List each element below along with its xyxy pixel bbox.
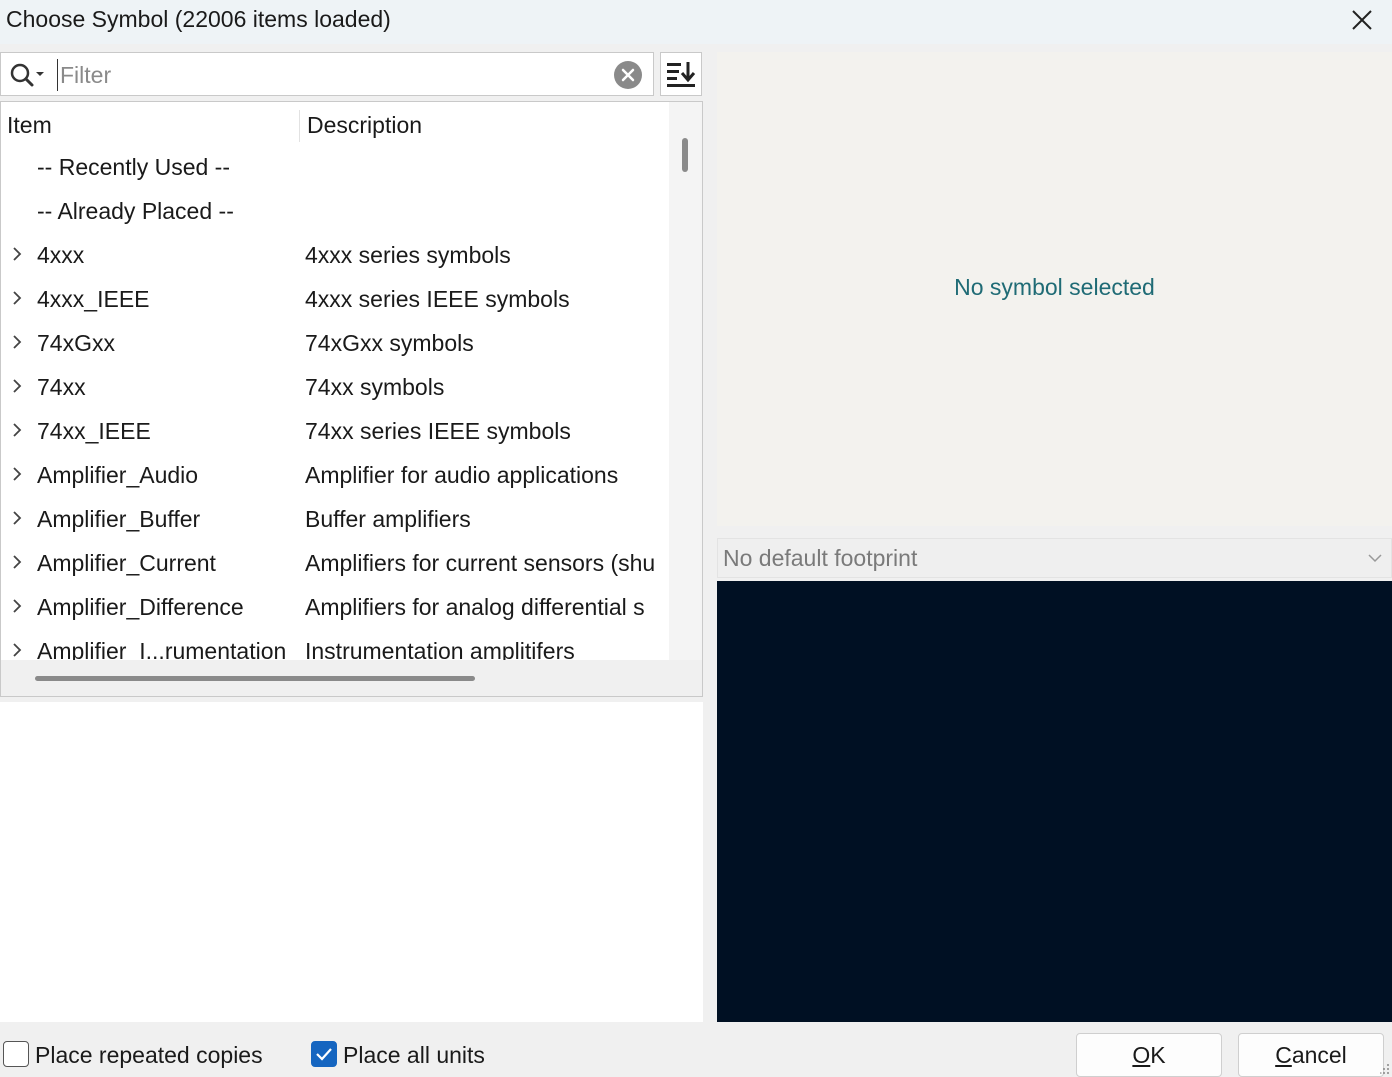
tree-row-name: Amplifier_Buffer [37, 506, 201, 532]
ok-button-label: K [1150, 1041, 1166, 1068]
footprint-select-value: No default footprint [723, 545, 918, 571]
tree-row[interactable]: Amplifier_Current Amplifiers for current … [1, 542, 669, 586]
place-all-units-checkbox[interactable] [311, 1041, 337, 1067]
tree-row-name: 74xGxx [37, 330, 115, 356]
tree-row-name: -- Already Placed -- [37, 198, 234, 224]
tree-row-name: -- Recently Used -- [37, 154, 230, 180]
chevron-right-icon[interactable] [9, 333, 25, 351]
place-all-units-label[interactable]: Place all units [343, 1042, 485, 1069]
cancel-button-mnemonic: C [1275, 1041, 1292, 1068]
chevron-right-icon[interactable] [9, 597, 25, 615]
column-header-item[interactable]: Item [7, 112, 52, 139]
symbol-preview: No symbol selected [717, 52, 1392, 526]
footprint-preview [717, 581, 1392, 1022]
horizontal-scroll-thumb[interactable] [35, 676, 475, 681]
symbol-tree: Item Description -- Recently Used -- -- A… [0, 101, 703, 697]
tree-row[interactable]: -- Already Placed -- [1, 190, 669, 234]
filter-input[interactable] [57, 59, 607, 91]
column-header-description[interactable]: Description [307, 112, 422, 139]
chevron-right-icon[interactable] [9, 465, 25, 483]
tree-row-description: Amplifiers for analog differential s [305, 594, 645, 620]
chevron-down-icon [1368, 554, 1382, 563]
tree-row[interactable]: 4xxx_IEEE 4xxx series IEEE symbols [1, 278, 669, 322]
tree-header: Item Description [1, 102, 669, 146]
tree-row[interactable]: Amplifier_Audio Amplifier for audio appli… [1, 454, 669, 498]
tree-row-description: Instrumentation amplitifers [305, 638, 575, 660]
tree-row-name: Amplifier_Difference [37, 594, 244, 620]
tree-row[interactable]: 74xGxx 74xGxx symbols [1, 322, 669, 366]
tree-row-description: Amplifier for audio applications [305, 462, 619, 488]
window-title: Choose Symbol (22006 items loaded) [6, 6, 391, 32]
tree-row[interactable]: Amplifier_Difference Amplifiers for analo… [1, 586, 669, 630]
tree-row-name: 74xx [37, 374, 86, 400]
tree-row-name: 74xx_IEEE [37, 418, 151, 444]
place-repeated-copies-label[interactable]: Place repeated copies [35, 1042, 263, 1069]
preview-message: No symbol selected [954, 274, 1155, 300]
cancel-button-label: ancel [1291, 1041, 1347, 1068]
tree-row-name: Amplifier_Current [37, 550, 216, 576]
tree-row-description: Amplifiers for current sensors (shu [305, 550, 656, 576]
title-bar: Choose Symbol (22006 items loaded) [0, 0, 1392, 44]
tree-row-name: 4xxx_IEEE [37, 286, 150, 312]
vertical-scrollbar[interactable] [669, 102, 702, 660]
cancel-button[interactable]: Cancel [1238, 1033, 1384, 1077]
tree-row[interactable]: 4xxx 4xxx series symbols [1, 234, 669, 278]
ok-button[interactable]: OK [1076, 1033, 1222, 1077]
tree-row[interactable]: Amplifier_Buffer Buffer amplifiers [1, 498, 669, 542]
chevron-right-icon[interactable] [9, 377, 25, 395]
search-icon[interactable] [7, 61, 51, 89]
tree-row-name: Amplifier_I...rumentation [37, 638, 287, 660]
tree-row-name: 4xxx [37, 242, 85, 268]
tree-row-description: 4xxx series IEEE symbols [305, 286, 570, 312]
horizontal-scrollbar[interactable] [1, 660, 702, 696]
close-icon [1352, 10, 1372, 30]
close-button[interactable] [1342, 2, 1382, 38]
symbol-details-panel [0, 702, 703, 1022]
sort-icon [667, 62, 696, 87]
tree-row-description: 74xx symbols [305, 374, 445, 400]
clear-icon[interactable] [613, 60, 643, 90]
footprint-select[interactable]: No default footprint [717, 538, 1392, 578]
tree-row-description: Buffer amplifiers [305, 506, 471, 532]
tree-row[interactable]: Amplifier_I...rumentation Instrumentation… [1, 630, 669, 660]
tree-rows: -- Recently Used -- -- Already Placed -- 4… [1, 146, 669, 660]
vertical-scroll-thumb[interactable] [682, 138, 688, 172]
tree-row[interactable]: 74xx_IEEE 74xx series IEEE symbols [1, 410, 669, 454]
tree-row[interactable]: 74xx 74xx symbols [1, 366, 669, 410]
resize-grip-icon[interactable] [1380, 1063, 1390, 1075]
place-repeated-copies-checkbox[interactable] [3, 1041, 29, 1067]
tree-row[interactable]: -- Recently Used -- [1, 146, 669, 190]
tree-row-description: 4xxx series symbols [305, 242, 511, 268]
chevron-right-icon[interactable] [9, 421, 25, 439]
checkmark-icon [316, 1048, 332, 1061]
tree-row-description: 74xx series IEEE symbols [305, 418, 571, 444]
tree-row-name: Amplifier_Audio [37, 462, 199, 488]
sort-button[interactable] [660, 52, 702, 96]
chevron-right-icon[interactable] [9, 509, 25, 527]
filter-box [0, 52, 654, 96]
chevron-right-icon[interactable] [9, 289, 25, 307]
tree-row-description: 74xGxx symbols [305, 330, 474, 356]
chevron-right-icon[interactable] [9, 245, 25, 263]
chevron-right-icon[interactable] [9, 641, 25, 659]
chevron-right-icon[interactable] [9, 553, 25, 571]
ok-button-mnemonic: O [1132, 1041, 1151, 1068]
column-divider[interactable] [299, 110, 300, 142]
